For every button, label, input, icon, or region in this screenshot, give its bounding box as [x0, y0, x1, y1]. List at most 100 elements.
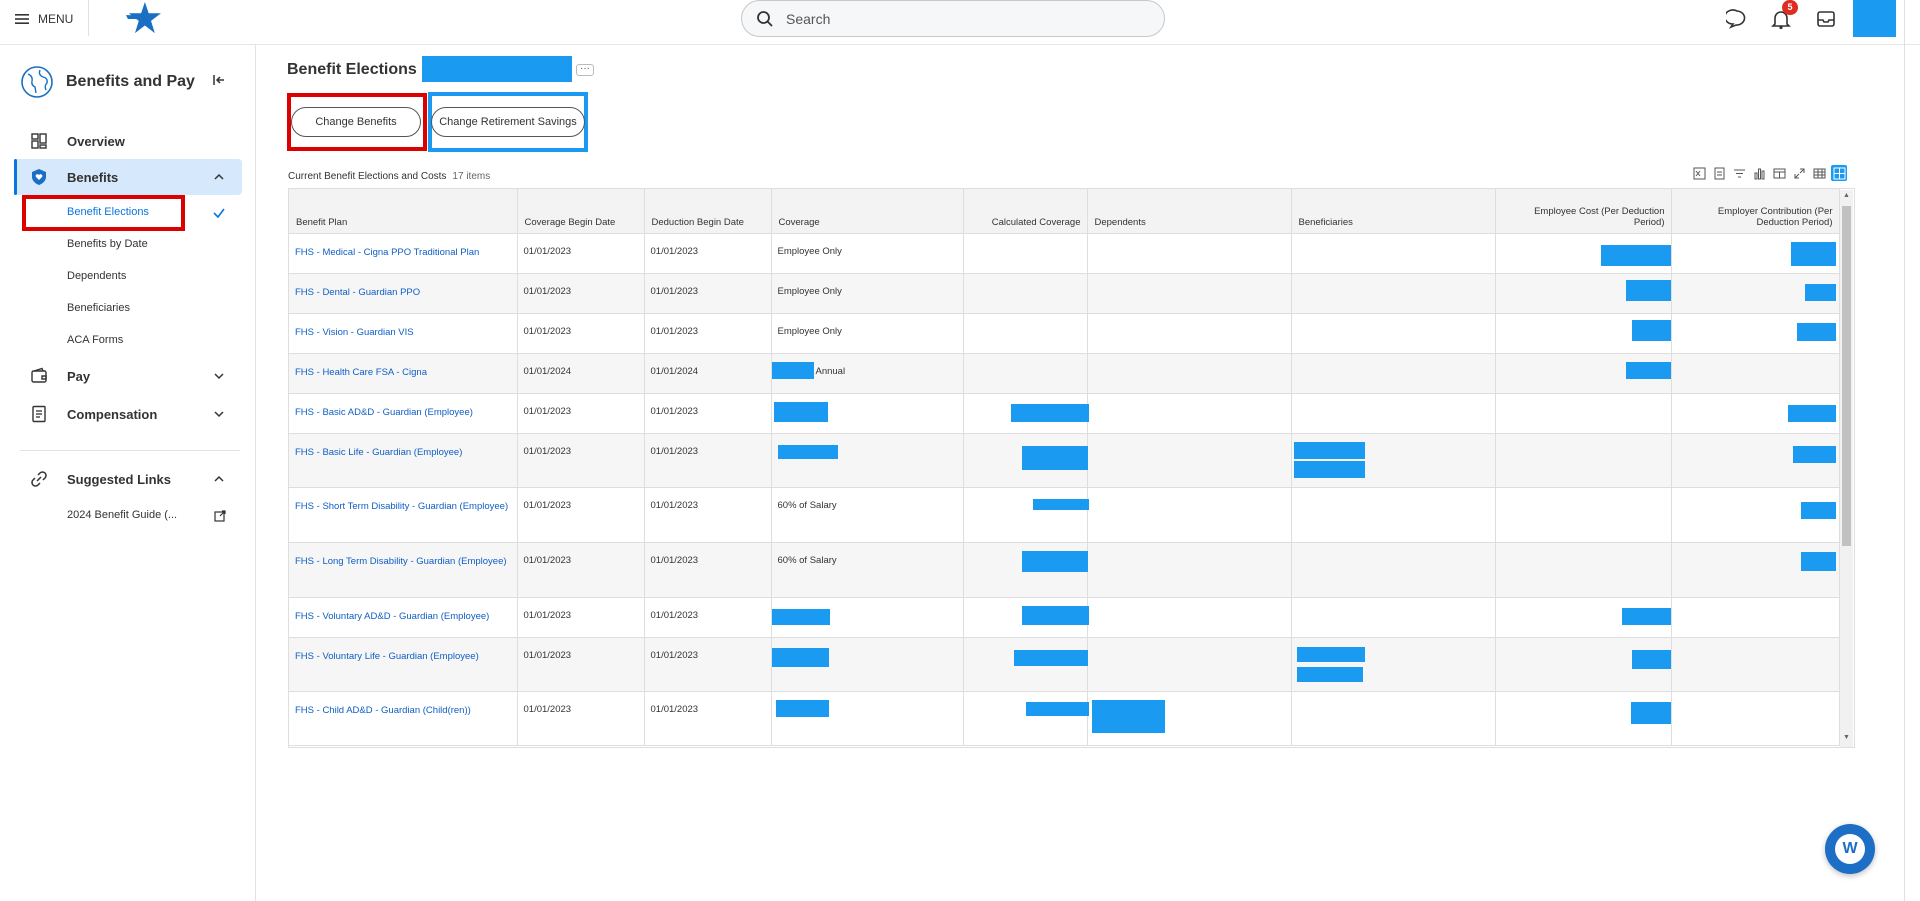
sidebar-item-label: Pay: [67, 368, 91, 384]
coverage-begin-date: 01/01/2023: [517, 233, 645, 274]
scroll-down-arrow-icon[interactable]: ▼: [1843, 734, 1850, 741]
suggested-link-benefit-guide[interactable]: 2024 Benefit Guide (...: [67, 509, 177, 521]
redacted-value: [1800, 501, 1836, 519]
assistant-button[interactable]: W: [1825, 824, 1875, 874]
table-scrollbar[interactable]: ▲ ▼: [1840, 190, 1853, 747]
employee-cost-cell: [1495, 542, 1672, 598]
redacted-value: [771, 647, 829, 667]
sidebar-subitem-dependents[interactable]: Dependents: [67, 270, 126, 282]
column-header[interactable]: Benefit Plan: [289, 189, 518, 234]
sidebar-suggested-links[interactable]: Suggested Links: [14, 461, 242, 497]
chart-icon[interactable]: [1751, 165, 1767, 181]
calculated-coverage-cell: [963, 542, 1089, 598]
redacted-value: [1032, 498, 1089, 510]
coverage-cell: [771, 393, 964, 434]
avatar[interactable]: [1853, 0, 1896, 37]
benefit-plan-link[interactable]: FHS - Basic AD&D - Guardian (Employee): [289, 393, 518, 434]
redacted-value: [1293, 441, 1365, 459]
redacted-value: [1091, 699, 1165, 733]
change-retirement-savings-button[interactable]: Change Retirement Savings: [431, 107, 585, 137]
redacted-value: [1293, 460, 1365, 478]
table-row: FHS - Voluntary Life - Guardian (Employe…: [289, 637, 1840, 692]
more-options-icon[interactable]: ···: [576, 64, 594, 76]
benefit-plan-link[interactable]: FHS - Long Term Disability - Guardian (E…: [289, 542, 518, 598]
column-header[interactable]: Coverage: [771, 189, 964, 234]
deduction-begin-date: 01/01/2023: [644, 233, 772, 274]
redacted-value: [1621, 607, 1671, 625]
scroll-thumb[interactable]: [1842, 206, 1851, 546]
sidebar-item-label: Suggested Links: [67, 471, 172, 487]
sidebar-item-overview[interactable]: Overview: [14, 123, 242, 159]
benefit-plan-link[interactable]: FHS - Medical - Cigna PPO Traditional Pl…: [289, 233, 518, 274]
column-header[interactable]: Coverage Begin Date: [517, 189, 645, 234]
coverage-begin-date: 01/01/2023: [517, 637, 645, 692]
benefit-plan-link[interactable]: FHS - Basic Life - Guardian (Employee): [289, 433, 518, 488]
redacted-value: [1296, 646, 1365, 662]
benefit-plan-link[interactable]: FHS - Voluntary AD&D - Guardian (Employe…: [289, 597, 518, 638]
columns-icon[interactable]: [1771, 165, 1787, 181]
calculated-coverage-cell: [963, 313, 1088, 354]
calculated-coverage-cell: [963, 433, 1089, 488]
sidebar: Benefits and Pay Overview Benefits Benef…: [0, 45, 256, 901]
calculated-coverage-cell: [963, 353, 1088, 394]
coverage-begin-date: 01/01/2023: [517, 597, 645, 638]
change-benefits-button[interactable]: Change Benefits: [291, 107, 421, 137]
employer-contribution-cell: [1671, 233, 1840, 274]
coverage-cell: Annual: [771, 353, 964, 394]
highlight-box-red: [22, 195, 185, 231]
deduction-begin-date: 01/01/2024: [644, 353, 772, 394]
redacted-value: [771, 608, 830, 625]
export-excel-icon[interactable]: [1691, 165, 1707, 181]
column-header[interactable]: Employee Cost (Per Deduction Period): [1495, 189, 1672, 234]
chevron-down-icon: [214, 373, 224, 380]
grid-view-icon[interactable]: [1831, 165, 1847, 181]
table-row: FHS - Voluntary AD&D - Guardian (Employe…: [289, 597, 1840, 638]
employee-cost-cell: [1495, 637, 1672, 692]
search-bar[interactable]: [741, 0, 1165, 37]
benefit-plan-link[interactable]: FHS - Health Care FSA - Cigna: [289, 353, 518, 394]
filter-icon[interactable]: [1731, 165, 1747, 181]
redacted-value: [1010, 403, 1089, 422]
sidebar-item-compensation[interactable]: Compensation: [14, 396, 242, 432]
sidebar-title: Benefits and Pay: [66, 73, 195, 90]
benefit-elections-table: Benefit Plan Coverage Begin Date Deducti…: [288, 188, 1855, 748]
benefit-plan-link[interactable]: FHS - Vision - Guardian VIS: [289, 313, 518, 354]
column-header[interactable]: Dependents: [1087, 189, 1292, 234]
sidebar-subitem-beneficiaries[interactable]: Beneficiaries: [67, 302, 130, 314]
export-pdf-icon[interactable]: [1711, 165, 1727, 181]
calculated-coverage-cell: [963, 393, 1089, 434]
column-header[interactable]: Employer Contribution (Per Deduction Per…: [1671, 189, 1840, 234]
table-row: FHS - Child AD&D - Guardian (Child(ren))…: [289, 691, 1840, 746]
sidebar-item-label: Benefits: [67, 169, 119, 185]
benefit-plan-link[interactable]: FHS - Voluntary Life - Guardian (Employe…: [289, 637, 518, 692]
table-view-icon[interactable]: [1811, 165, 1827, 181]
inbox-icon[interactable]: [1815, 8, 1837, 30]
redacted-value: [1804, 283, 1836, 301]
employee-cost-cell: [1495, 691, 1672, 746]
column-header[interactable]: Calculated Coverage: [963, 189, 1088, 234]
benefit-plan-link[interactable]: FHS - Short Term Disability - Guardian (…: [289, 487, 518, 543]
sidebar-item-pay[interactable]: Pay: [14, 358, 242, 394]
external-link-icon[interactable]: [214, 510, 226, 522]
main-content: Benefit Elections ··· Change Benefits Ch…: [257, 45, 1920, 901]
collapse-sidebar-icon[interactable]: [211, 72, 227, 88]
star-logo-icon[interactable]: [124, 1, 162, 35]
sidebar-item-benefits[interactable]: Benefits: [14, 159, 242, 195]
beneficiaries-cell: [1291, 487, 1496, 543]
coverage-cell: Employee Only: [771, 273, 964, 314]
search-icon: [757, 10, 773, 27]
benefit-plan-link[interactable]: FHS - Dental - Guardian PPO: [289, 273, 518, 314]
sidebar-subitem-benefits-by-date[interactable]: Benefits by Date: [67, 238, 148, 250]
scroll-up-arrow-icon[interactable]: ▲: [1843, 192, 1850, 199]
fullscreen-icon[interactable]: [1791, 165, 1807, 181]
table-row: FHS - Short Term Disability - Guardian (…: [289, 487, 1840, 543]
employer-contribution-cell: [1671, 637, 1840, 692]
sidebar-subitem-aca-forms[interactable]: ACA Forms: [67, 334, 123, 346]
menu-button[interactable]: MENU: [14, 9, 73, 29]
search-input[interactable]: [786, 10, 1146, 27]
column-header[interactable]: Beneficiaries: [1291, 189, 1496, 234]
hamburger-icon: [15, 14, 29, 24]
chat-icon[interactable]: [1726, 8, 1748, 30]
column-header[interactable]: Deduction Begin Date: [644, 189, 772, 234]
benefit-plan-link[interactable]: FHS - Child AD&D - Guardian (Child(ren)): [289, 691, 518, 746]
